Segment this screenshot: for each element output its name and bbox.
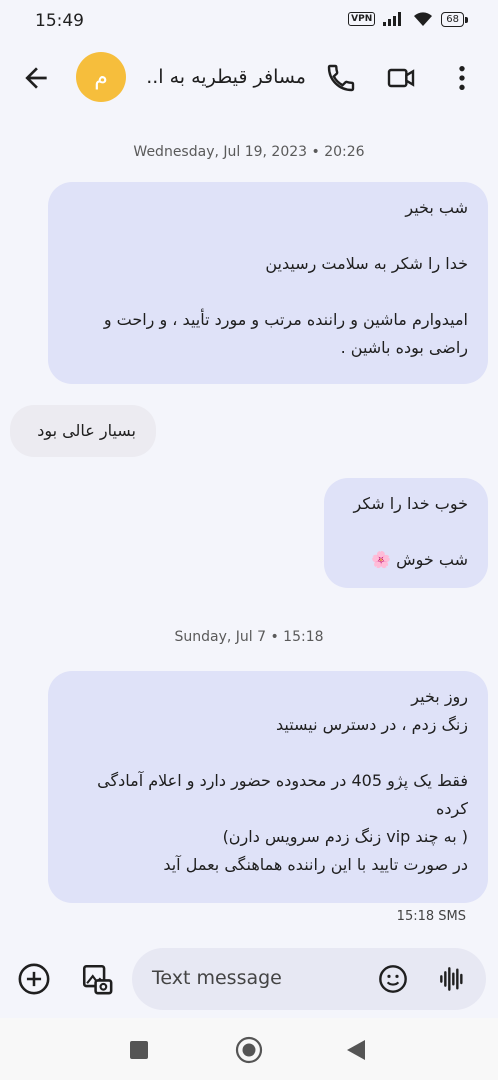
more-options-icon[interactable] — [446, 62, 478, 94]
outgoing-message[interactable]: خوب خدا را شکر شب خوش 🌸 — [324, 478, 488, 588]
date-stamp: Wednesday, Jul 19, 2023 • 20:26 — [133, 144, 365, 160]
status-icons: VPN 68 — [348, 11, 468, 27]
add-attachment-icon[interactable] — [17, 962, 51, 996]
conversation-header: م مسافر قیطریه به ا... — [0, 44, 498, 110]
date-stamp: Sunday, Jul 7 • 15:18 — [174, 629, 324, 645]
contact-avatar[interactable]: م — [76, 52, 126, 102]
outgoing-message[interactable]: روز بخیر زنگ زدم ، در دسترس نیستید فقط ی… — [48, 671, 488, 903]
message-input-placeholder: Text message — [152, 967, 282, 989]
phone-call-icon[interactable] — [325, 62, 357, 94]
message-list: Wednesday, Jul 19, 2023 • 20:26 شب بخیر … — [0, 120, 498, 940]
message-input[interactable]: Text message — [132, 948, 486, 1010]
contact-title[interactable]: مسافر قیطریه به ا... — [146, 66, 306, 88]
home-circle-icon[interactable] — [235, 1036, 263, 1064]
vpn-badge: VPN — [348, 12, 376, 26]
signal-icon — [383, 12, 402, 26]
status-bar: 15:49 VPN 68 — [0, 0, 498, 44]
back-triangle-icon[interactable] — [345, 1038, 367, 1062]
back-arrow-icon[interactable] — [20, 62, 52, 94]
outgoing-message[interactable]: شب بخیر خدا را شکر به سلامت رسیدین امیدو… — [48, 182, 488, 384]
composer-bar: Text message — [0, 940, 498, 1018]
video-call-icon[interactable] — [385, 62, 417, 94]
status-time: 15:49 — [35, 11, 84, 31]
system-navigation-bar — [0, 1018, 498, 1080]
wifi-icon — [414, 12, 433, 26]
recents-square-icon[interactable] — [129, 1040, 149, 1060]
incoming-message[interactable]: بسیار عالی بود — [10, 405, 156, 457]
voice-message-icon[interactable] — [436, 963, 468, 995]
message-meta: 15:18 SMS — [396, 909, 466, 924]
battery-indicator: 68 — [441, 11, 468, 27]
emoji-icon[interactable] — [377, 963, 409, 995]
gallery-icon[interactable] — [80, 962, 114, 996]
